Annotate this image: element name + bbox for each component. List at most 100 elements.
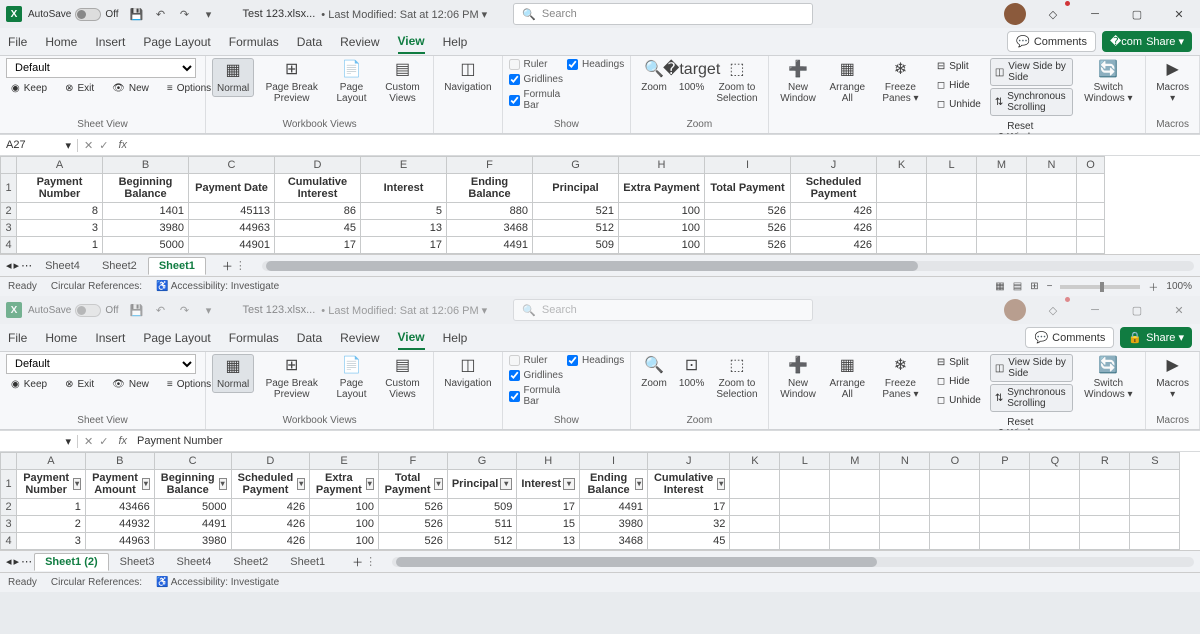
- sheet-nav-more[interactable]: ⋯: [21, 259, 32, 272]
- cell[interactable]: [1077, 174, 1105, 203]
- cell[interactable]: 2: [17, 516, 86, 533]
- switch-windows[interactable]: 🔄Switch Windows ▾: [1077, 58, 1139, 106]
- cell[interactable]: Principal: [533, 174, 619, 203]
- view-page-break[interactable]: ⊞Page Break Preview: [258, 58, 325, 106]
- column-header[interactable]: O: [930, 453, 980, 470]
- cell[interactable]: [730, 470, 780, 499]
- cell[interactable]: 1: [17, 499, 86, 516]
- cell[interactable]: 100: [619, 203, 705, 220]
- column-header[interactable]: E: [361, 157, 447, 174]
- filter-button[interactable]: ▾: [434, 478, 443, 490]
- cell[interactable]: 426: [231, 533, 310, 550]
- sheetview-new[interactable]: 👁 New: [107, 80, 154, 97]
- tab-home[interactable]: Home: [45, 327, 77, 349]
- cell[interactable]: 45: [275, 220, 361, 237]
- cell[interactable]: Payment Date: [189, 174, 275, 203]
- cell[interactable]: 526: [378, 516, 447, 533]
- macros-button[interactable]: ▶Macros ▾: [1152, 58, 1193, 106]
- cell[interactable]: Payment Amount▾: [85, 470, 154, 499]
- cell[interactable]: [830, 499, 880, 516]
- sheet-tab[interactable]: Sheet1: [279, 553, 336, 571]
- column-header[interactable]: G: [533, 157, 619, 174]
- view-custom[interactable]: ▤Custom Views: [378, 58, 427, 106]
- view-normal[interactable]: ▦Normal: [212, 58, 254, 97]
- tab-data[interactable]: Data: [297, 327, 322, 349]
- column-header[interactable]: I: [580, 453, 648, 470]
- freeze-panes-button[interactable]: ❄Freeze Panes ▾: [873, 58, 928, 106]
- cell[interactable]: [877, 237, 927, 254]
- synchronous-scrolling[interactable]: ⇅ Synchronous Scrolling: [990, 88, 1074, 116]
- zoom-100-button[interactable]: �target100%: [675, 58, 709, 95]
- fx-icon[interactable]: fx: [114, 139, 131, 151]
- cell[interactable]: [1027, 174, 1077, 203]
- tab-formulas[interactable]: Formulas: [229, 31, 279, 53]
- cell[interactable]: 3980: [154, 533, 231, 550]
- tab-view[interactable]: View: [398, 326, 425, 350]
- cell[interactable]: [977, 174, 1027, 203]
- column-header[interactable]: F: [378, 453, 447, 470]
- cell[interactable]: 100: [619, 220, 705, 237]
- column-header[interactable]: N: [880, 453, 930, 470]
- zoom-level[interactable]: 100%: [1166, 281, 1192, 292]
- cell[interactable]: 426: [231, 516, 310, 533]
- cell[interactable]: [1080, 499, 1130, 516]
- column-header[interactable]: B: [103, 157, 189, 174]
- sheet-tab[interactable]: Sheet4: [166, 553, 223, 571]
- tab-insert[interactable]: Insert: [95, 327, 125, 349]
- name-box[interactable]: ▾: [0, 435, 78, 448]
- column-header[interactable]: L: [780, 453, 830, 470]
- file-name[interactable]: Test 123.xlsx...: [243, 8, 316, 20]
- cell[interactable]: 526: [705, 237, 791, 254]
- tab-view[interactable]: View: [398, 30, 425, 54]
- cell[interactable]: 3980: [103, 220, 189, 237]
- view-normal-icon[interactable]: ▦: [995, 281, 1004, 292]
- share-button[interactable]: 🔒 Share ▾: [1120, 327, 1192, 348]
- cell[interactable]: 17: [361, 237, 447, 254]
- qat-customize-icon[interactable]: ▾: [201, 6, 217, 22]
- gridlines-checkbox[interactable]: Gridlines: [509, 73, 563, 86]
- sheetview-select[interactable]: Default: [6, 58, 196, 78]
- tab-page-layout[interactable]: Page Layout: [143, 31, 210, 53]
- search-input[interactable]: 🔍Search: [513, 3, 813, 25]
- cell[interactable]: [877, 203, 927, 220]
- filter-button[interactable]: ▾: [500, 478, 512, 490]
- tab-home[interactable]: Home: [45, 31, 77, 53]
- tab-formulas[interactable]: Formulas: [229, 327, 279, 349]
- tab-file[interactable]: File: [8, 327, 27, 349]
- column-header[interactable]: C: [189, 157, 275, 174]
- view-pagelayout-icon[interactable]: ▤: [1013, 281, 1022, 292]
- cell[interactable]: [980, 499, 1030, 516]
- qat-customize-icon[interactable]: ▾: [201, 302, 217, 318]
- horizontal-scrollbar[interactable]: [262, 261, 1194, 271]
- cell[interactable]: Interest: [361, 174, 447, 203]
- chevron-down-icon[interactable]: ▾: [65, 435, 71, 448]
- cell[interactable]: 426: [231, 499, 310, 516]
- cell[interactable]: [880, 516, 930, 533]
- cell[interactable]: 17: [648, 499, 730, 516]
- sheet-nav-prev[interactable]: ▸: [14, 259, 20, 272]
- filter-button[interactable]: ▾: [635, 478, 643, 490]
- column-header[interactable]: O: [1077, 157, 1105, 174]
- cell[interactable]: [1130, 499, 1180, 516]
- cell[interactable]: Beginning Balance: [103, 174, 189, 203]
- cell[interactable]: Extra Payment: [619, 174, 705, 203]
- undo-icon[interactable]: ↶: [153, 302, 169, 318]
- filter-button[interactable]: ▾: [366, 478, 374, 490]
- cell[interactable]: [730, 499, 780, 516]
- tab-review[interactable]: Review: [340, 327, 379, 349]
- cell[interactable]: 511: [447, 516, 516, 533]
- cell[interactable]: [780, 516, 830, 533]
- notifications-icon[interactable]: ◇: [1038, 299, 1068, 321]
- cell[interactable]: 426: [791, 203, 877, 220]
- last-modified[interactable]: • Last Modified: Sat at 12:06 PM ▾: [321, 8, 487, 21]
- cell[interactable]: [730, 533, 780, 550]
- cell[interactable]: 13: [361, 220, 447, 237]
- cell[interactable]: 512: [533, 220, 619, 237]
- cell[interactable]: [977, 220, 1027, 237]
- column-header[interactable]: K: [877, 157, 927, 174]
- cell[interactable]: [1027, 237, 1077, 254]
- cell[interactable]: 1: [17, 237, 103, 254]
- undo-icon[interactable]: ↶: [153, 6, 169, 22]
- redo-icon[interactable]: ↷: [177, 6, 193, 22]
- sheet-tab[interactable]: Sheet1: [148, 257, 206, 275]
